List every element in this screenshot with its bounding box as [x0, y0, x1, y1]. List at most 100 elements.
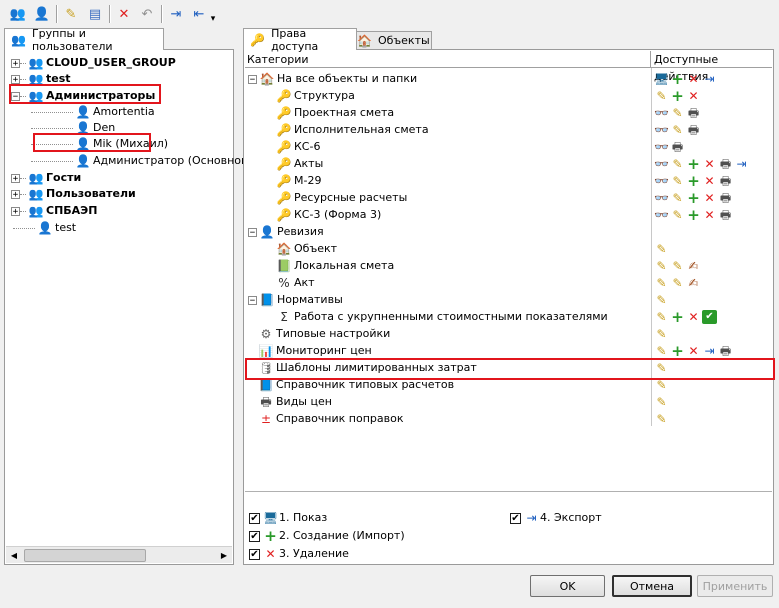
- tree-connector: [20, 193, 26, 195]
- collapse-icon[interactable]: −: [248, 227, 257, 237]
- column-header-actions[interactable]: Доступные действия: [651, 51, 772, 83]
- legend-item[interactable]: ✔ ⇥ 4. Экспорт: [510, 510, 602, 526]
- rights-row[interactable]: − 👤 Ревизия: [244, 224, 650, 240]
- horizontal-scrollbar[interactable]: ◀ ▶: [6, 546, 232, 563]
- legend-label: 4. Экспорт: [540, 511, 602, 524]
- available-actions[interactable]: ✎: [654, 411, 670, 427]
- available-actions[interactable]: ✎ + ✕: [654, 88, 702, 104]
- expand-icon[interactable]: +: [11, 74, 20, 84]
- undo-icon[interactable]: ↶: [136, 3, 158, 25]
- properties-icon[interactable]: ▤: [84, 3, 106, 25]
- rights-row[interactable]: 🔑 Ресурсные расчеты: [244, 190, 650, 206]
- available-actions[interactable]: 👓 ✎ + ✕ 🖶: [654, 190, 734, 206]
- tree-item[interactable]: + 👥 Пользователи: [5, 186, 136, 202]
- action-icon: +: [687, 189, 700, 207]
- available-actions[interactable]: 👓 ✎ 🖶: [654, 122, 702, 138]
- legend-item[interactable]: ✔ 🖥 1. Показ: [249, 510, 327, 526]
- delete-icon[interactable]: ✕: [113, 3, 135, 25]
- available-actions[interactable]: ✎ ✎ ✍: [654, 258, 702, 274]
- rights-row[interactable]: 🔑 КС-6: [244, 139, 650, 155]
- available-actions[interactable]: ✎ + ✕ ⇥ 🖶: [654, 343, 734, 359]
- rights-row[interactable]: 📊 Мониторинг цен: [244, 343, 650, 359]
- rights-row[interactable]: Σ Работа с укрупненными стоимостными пока…: [244, 309, 650, 325]
- tree-item[interactable]: + 👥 СПБАЭП: [5, 203, 97, 219]
- available-actions[interactable]: ✎: [654, 394, 670, 410]
- ok-button[interactable]: OK: [530, 575, 605, 597]
- rights-row[interactable]: 🖶 Виды цен: [244, 394, 650, 410]
- available-actions[interactable]: 👓 🖶: [654, 139, 686, 155]
- rights-row[interactable]: 📗 Локальная смета: [244, 258, 650, 274]
- expand-icon[interactable]: +: [11, 173, 20, 183]
- available-actions[interactable]: ✎: [654, 326, 670, 342]
- tab-access-rights[interactable]: 🔑 Права доступа: [243, 27, 357, 53]
- available-actions[interactable]: ✎ ✎ ✍: [654, 275, 702, 291]
- toolbar-dropdown-icon[interactable]: ▾: [207, 8, 219, 30]
- action-icon: ✍: [688, 259, 699, 273]
- legend-item[interactable]: ✔ ✕ 3. Удаление: [249, 546, 349, 562]
- rights-row[interactable]: ⚙ Типовые настройки: [244, 326, 650, 342]
- tree-item[interactable]: + 👥 Гости: [5, 170, 81, 186]
- rights-row[interactable]: 🔑 Исполнительная смета: [244, 122, 650, 138]
- action-icon: 👓: [654, 174, 669, 188]
- export-icon[interactable]: ⇥: [165, 3, 187, 25]
- tree-connector: [31, 111, 73, 113]
- available-actions[interactable]: 👓 ✎ + ✕ 🖶 ⇥: [654, 156, 750, 172]
- rights-row[interactable]: − 📘 Нормативы: [244, 292, 650, 308]
- tree-item[interactable]: + 👥 CLOUD_USER_GROUP: [5, 55, 176, 71]
- rights-row[interactable]: 🏠 Объект: [244, 241, 650, 257]
- action-icon: 👓: [654, 157, 669, 171]
- apply-button[interactable]: Применить: [697, 575, 773, 597]
- cancel-button[interactable]: Отмена: [612, 575, 692, 597]
- rights-row[interactable]: 🔑 Структура: [244, 88, 650, 104]
- add-user-icon[interactable]: 👤: [31, 3, 53, 25]
- action-icon: 👓: [654, 191, 669, 205]
- add-group-icon[interactable]: 👥: [7, 3, 29, 25]
- column-header-categories[interactable]: Категории: [245, 51, 651, 68]
- available-actions[interactable]: ✎ + ✕ ✔: [654, 309, 718, 325]
- tab-objects[interactable]: 🏠 Объекты: [350, 31, 432, 49]
- rights-row[interactable]: 🔑 Проектная смета: [244, 105, 650, 121]
- legend-checkbox[interactable]: ✔: [510, 512, 521, 524]
- action-icon: 👓: [654, 106, 669, 120]
- scrollbar-thumb[interactable]: [24, 549, 146, 562]
- legend-item[interactable]: ✔ +2. Создание (Импорт): [249, 528, 405, 544]
- rights-row[interactable]: 🔑 КС-3 (Форма 3): [244, 207, 650, 223]
- scroll-left-icon[interactable]: ◀: [6, 547, 22, 563]
- category-label: Виды цен: [276, 395, 332, 408]
- collapse-icon[interactable]: −: [248, 74, 257, 84]
- scroll-right-icon[interactable]: ▶: [216, 547, 232, 563]
- category-icon: 🔑: [276, 208, 292, 222]
- collapse-icon[interactable]: −: [248, 295, 257, 305]
- expand-icon[interactable]: +: [11, 58, 20, 68]
- category-label: Акт: [294, 276, 315, 289]
- available-actions[interactable]: ✎: [654, 241, 670, 257]
- rights-row[interactable]: 🔑 М-29: [244, 173, 650, 189]
- tree-item[interactable]: 👤 Amortentia: [5, 104, 155, 120]
- category-icon: %: [278, 276, 290, 290]
- legend-checkbox[interactable]: ✔: [249, 530, 260, 542]
- expand-icon[interactable]: +: [11, 189, 20, 199]
- legend-checkbox[interactable]: ✔: [249, 548, 260, 560]
- available-actions[interactable]: 👓 ✎ + ✕ 🖶: [654, 207, 734, 223]
- available-actions[interactable]: 👓 ✎ 🖶: [654, 105, 702, 121]
- expand-icon[interactable]: +: [11, 206, 20, 216]
- tree-item-label: CLOUD_USER_GROUP: [46, 56, 176, 69]
- available-actions[interactable]: 🖥 + ✕ ⇥: [654, 71, 718, 87]
- tree-item[interactable]: 👤 Администратор (Основной адми: [5, 153, 281, 169]
- user-group-icon: 👥: [28, 204, 44, 218]
- action-icon: +: [687, 155, 700, 173]
- available-actions[interactable]: 👓 ✎ + ✕ 🖶: [654, 173, 734, 189]
- category-icon: 🔑: [276, 191, 292, 205]
- rights-row[interactable]: − 🏠 На все объекты и папки: [244, 71, 650, 87]
- rights-row[interactable]: 🔑 Акты: [244, 156, 650, 172]
- tree-item[interactable]: 👤 test: [5, 220, 76, 236]
- action-icon: ✎: [672, 191, 683, 205]
- tab-groups-users[interactable]: 👥 Группы и пользователи: [4, 27, 164, 53]
- edit-icon[interactable]: ✎: [60, 3, 82, 25]
- legend-checkbox[interactable]: ✔: [249, 512, 260, 524]
- action-icon: ⇥: [704, 72, 715, 86]
- available-actions[interactable]: ✎: [654, 292, 670, 308]
- rights-row[interactable]: % Акт: [244, 275, 650, 291]
- tree-item-label: Пользователи: [46, 187, 136, 200]
- rights-row[interactable]: ± Справочник поправок: [244, 411, 650, 427]
